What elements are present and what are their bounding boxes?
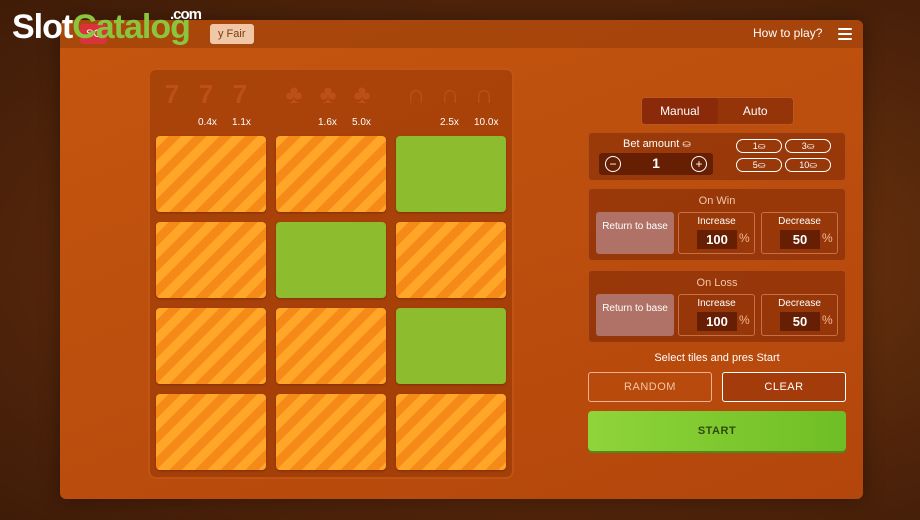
percent-sign: % [739,313,750,327]
bet-amount-panel: Bet amount ⛀ − 1 + 1⛀ 3⛀ 5⛀ 10⛀ [588,132,846,181]
coin-icon: ⛀ [806,141,815,151]
win-decrease-input[interactable]: 50 [780,230,820,249]
slotcatalog-watermark: SlotCatalog .com [12,6,202,47]
on-loss-panel: On Loss Return to base Increase 100 % De… [588,270,846,343]
multiplier-label: 10.0x [474,117,499,128]
win-increase-control: Increase 100 % [678,212,755,254]
bet-value-input[interactable]: 1 [639,155,673,171]
on-win-panel: On Win Return to base Increase 100 % Dec… [588,188,846,261]
loss-return-to-base-button[interactable]: Return to base [596,294,674,336]
tile-4-2[interactable] [276,394,386,470]
tile-3-2[interactable] [276,308,386,384]
hamburger-menu-icon[interactable] [838,28,852,40]
instruction-text: Select tiles and pres Start [654,352,780,364]
coin-icon: ⛀ [682,139,691,150]
clear-button[interactable]: CLEAR [722,372,846,402]
coin-icon: ⛀ [757,141,766,151]
watermark-slot: Slot [12,8,73,46]
tab-auto[interactable]: Auto [718,98,794,124]
loss-decrease-input[interactable]: 50 [780,312,820,331]
clover-icon: ♣ [353,79,371,109]
tile-1-1[interactable] [156,136,266,212]
coin-icon: ⛀ [809,160,817,170]
tile-1-3[interactable] [396,136,506,212]
loss-increase-input[interactable]: 100 [697,312,737,331]
tile-1-2[interactable] [276,136,386,212]
chip-10-button[interactable]: 10⛀ [785,158,831,172]
tile-4-1[interactable] [156,394,266,470]
multiplier-label: 1.6x [318,117,337,128]
seven-icon: 7 [232,79,248,109]
multiplier-label: 1.1x [232,117,251,128]
clover-icon: ♣ [319,79,337,109]
decrease-bet-button[interactable]: − [605,156,621,172]
tab-manual[interactable]: Manual [642,98,718,124]
game-board: 7 7 7 0.4x 1.1x ♣ ♣ ♣ 1.6x 5.0x ∩ ∩ ∩ 2.… [148,68,514,479]
loss-decrease-control: Decrease 50 % [761,294,838,336]
clover-icon: ♣ [285,79,303,109]
coin-icon: ⛀ [757,160,766,170]
percent-sign: % [739,231,750,245]
seven-icon: 7 [164,79,180,109]
bet-stepper: − 1 + [599,153,713,175]
win-decrease-control: Decrease 50 % [761,212,838,254]
tile-2-1[interactable] [156,222,266,298]
tile-3-3[interactable] [396,308,506,384]
start-button[interactable]: START [588,411,846,451]
how-to-play-link[interactable]: How to play? [753,26,822,40]
provably-fair-button[interactable]: y Fair [210,24,254,44]
horseshoe-icon: ∩ [474,79,494,109]
loss-increase-label: Increase [697,298,736,309]
seven-icon: 7 [198,79,214,109]
chip-1-button[interactable]: 1⛀ [736,139,782,153]
increase-bet-button[interactable]: + [691,156,707,172]
on-win-title: On Win [698,195,736,207]
multiplier-label: 5.0x [352,117,371,128]
tile-2-3[interactable] [396,222,506,298]
horseshoe-icon: ∩ [440,79,460,109]
win-increase-label: Increase [697,216,736,227]
watermark-domain: .com [170,6,202,23]
win-increase-input[interactable]: 100 [697,230,737,249]
percent-sign: % [822,231,833,245]
on-loss-title: On Loss [696,277,738,289]
percent-sign: % [822,313,833,327]
mode-toggle: Manual Auto [641,97,794,125]
game-window: SC y Fair How to play? 7 7 7 0.4x 1.1x ♣… [60,20,863,499]
random-button[interactable]: RANDOM [588,372,712,402]
tile-3-1[interactable] [156,308,266,384]
loss-increase-control: Increase 100 % [678,294,755,336]
win-return-to-base-button[interactable]: Return to base [596,212,674,254]
chip-5-button[interactable]: 5⛀ [736,158,782,172]
multiplier-label: 2.5x [440,117,459,128]
bet-amount-label: Bet amount ⛀ [623,138,691,150]
horseshoe-icon: ∩ [406,79,426,109]
tile-2-2[interactable] [276,222,386,298]
chip-3-button[interactable]: 3⛀ [785,139,831,153]
multiplier-label: 0.4x [198,117,217,128]
loss-decrease-label: Decrease [778,298,821,309]
tile-4-3[interactable] [396,394,506,470]
win-decrease-label: Decrease [778,216,821,227]
